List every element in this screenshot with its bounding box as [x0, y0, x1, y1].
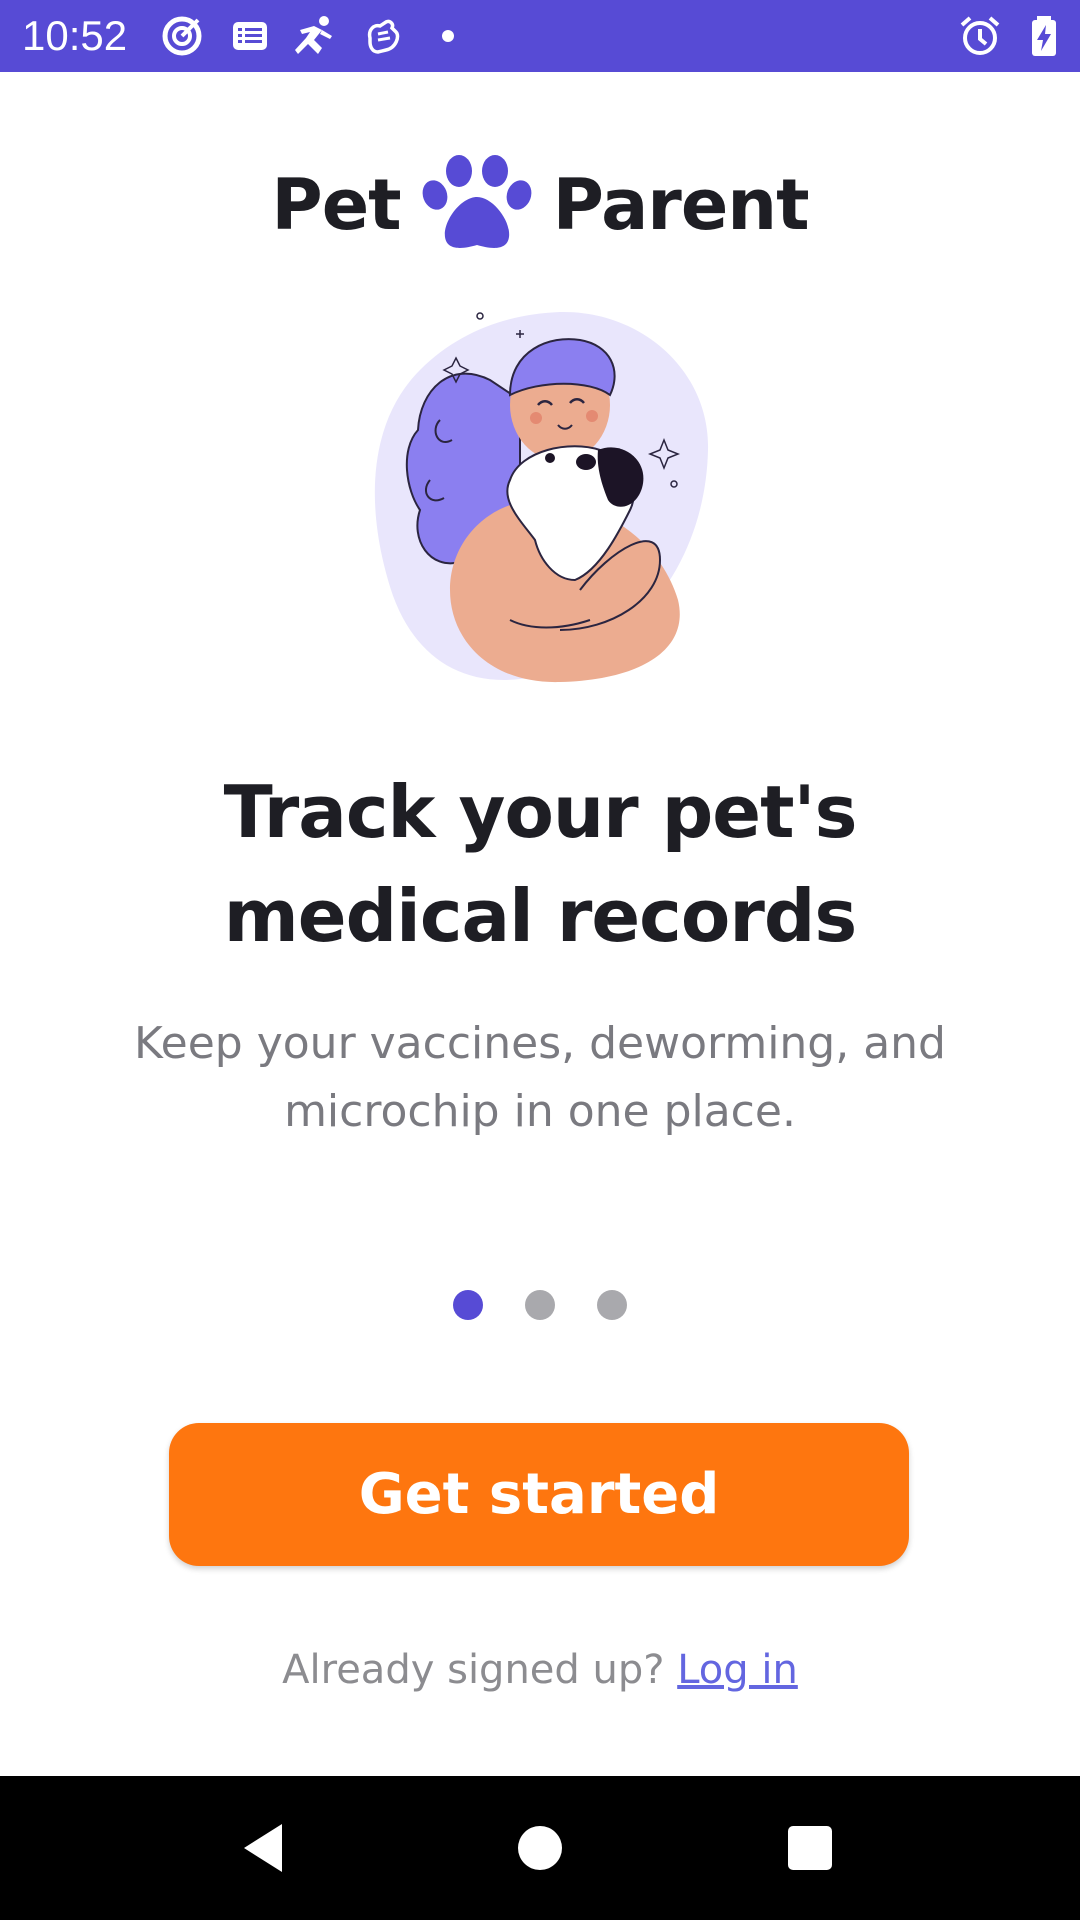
signin-prompt-text: Already signed up? — [282, 1647, 665, 1693]
app-logo: Pet Parent — [0, 150, 1080, 260]
login-link[interactable]: Log in — [677, 1647, 798, 1693]
paw-icon — [422, 155, 532, 248]
onboarding-title: Track your pet's medical records — [223, 770, 858, 958]
status-time: 10:52 — [22, 12, 128, 59]
page-dot-2[interactable] — [525, 1290, 555, 1320]
back-icon[interactable] — [236, 1818, 296, 1878]
page-dot-1[interactable] — [453, 1290, 483, 1320]
recents-icon[interactable] — [780, 1818, 840, 1878]
list-icon — [233, 22, 267, 50]
battery-charging-icon — [1032, 16, 1056, 56]
status-bar: 10:52 — [0, 0, 1080, 72]
get-started-button[interactable]: Get started — [169, 1423, 909, 1566]
logo-word-left: Pet — [271, 164, 401, 246]
onboarding-subtitle: Keep your vaccines, deworming, and micro… — [134, 1018, 946, 1137]
hand-icon — [367, 19, 400, 54]
runner-icon — [295, 16, 332, 54]
logo-word-right: Parent — [552, 164, 810, 246]
home-icon[interactable] — [510, 1818, 570, 1878]
navigation-bar — [0, 1776, 1080, 1920]
target-icon — [162, 16, 202, 56]
page-indicator — [0, 1290, 1080, 1322]
dot-icon — [442, 30, 454, 42]
page-dot-3[interactable] — [597, 1290, 627, 1320]
alarm-icon — [960, 16, 1000, 55]
signin-prompt: Already signed up? Log in — [0, 1640, 1080, 1700]
woman-hugging-dog-illustration — [374, 311, 709, 683]
